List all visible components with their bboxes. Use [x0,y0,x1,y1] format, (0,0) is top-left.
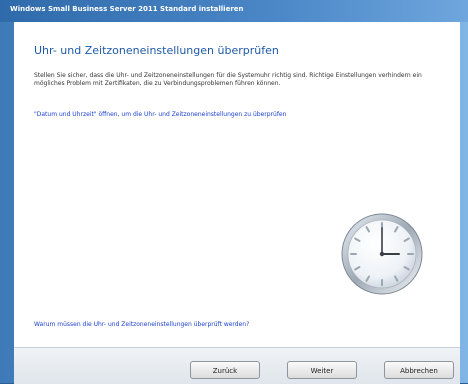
next-button[interactable]: Weiter [287,361,357,379]
title-bar[interactable]: Windows Small Business Server 2011 Stand… [0,0,468,22]
button-bar: Zurück Weiter Abbrechen [14,347,460,384]
clock-icon [341,213,423,295]
installer-window: Windows Small Business Server 2011 Stand… [0,0,468,384]
content-panel: Uhr- und Zeitzoneneinstellungen überprüf… [14,22,460,347]
open-datetime-link[interactable]: "Datum und Uhrzeit" öffnen, um die Uhr- … [34,111,286,118]
why-check-link[interactable]: Warum müssen die Uhr- und Zeitzoneneinst… [34,321,249,328]
cancel-button[interactable]: Abbrechen [384,361,454,379]
page-title: Uhr- und Zeitzoneneinstellungen überprüf… [34,44,279,57]
back-button[interactable]: Zurück [190,361,260,379]
window-title: Windows Small Business Server 2011 Stand… [10,5,244,13]
description-text: Stellen Sie sicher, dass die Uhr- und Ze… [34,72,422,87]
